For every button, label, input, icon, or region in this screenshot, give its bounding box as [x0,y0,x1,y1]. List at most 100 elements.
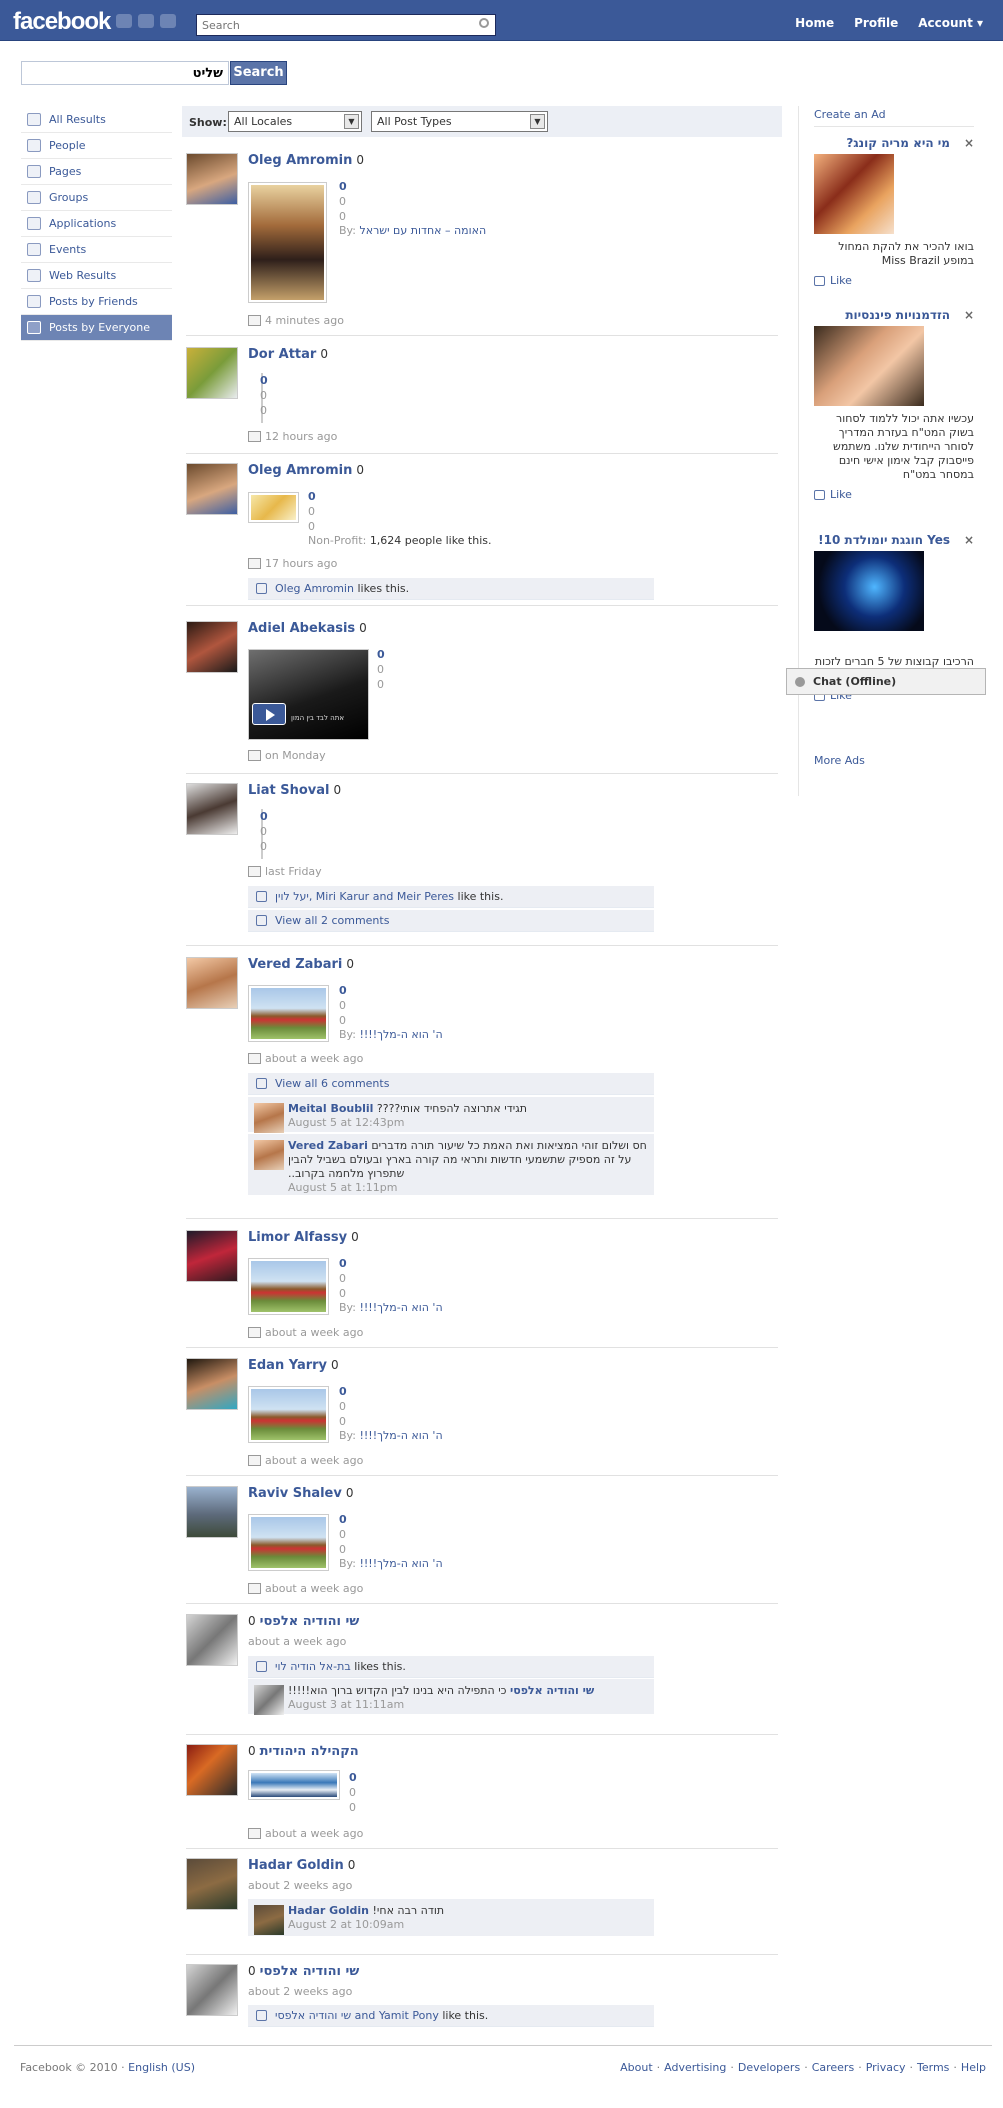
avatar[interactable] [254,1103,284,1133]
ad-image[interactable] [814,551,924,631]
story-author[interactable]: Hadar Goldin 0 [248,1858,355,1873]
footer-help[interactable]: Help [961,2061,986,2074]
ad-title[interactable]: הזדמנויות פיננסיות [814,308,974,322]
ad-like-button[interactable]: Like [814,274,974,287]
chat-bar[interactable]: Chat (Offline) [786,668,986,695]
story-video[interactable]: אתה לבד בין המון [248,649,369,740]
create-ad-link[interactable]: Create an Ad [814,108,886,121]
story-author[interactable]: 0 שי והודיה אלפסי [248,1964,359,1979]
ad-title[interactable]: מי היא מריה קונג? [814,136,974,150]
post-type-select[interactable]: All Post Types ▼ [371,111,548,132]
ad-image[interactable] [814,154,894,234]
story-timestamp[interactable]: 12 hours ago [248,430,337,443]
story-timestamp[interactable]: about 2 weeks ago [248,1985,352,1998]
story-values: 000 [260,810,268,853]
story-timestamp[interactable]: about a week ago [248,1326,363,1339]
story-timestamp[interactable]: about a week ago [248,1052,363,1065]
avatar[interactable] [186,783,238,835]
footer-advertising[interactable]: Advertising [664,2061,726,2074]
friend-requests-icon[interactable] [116,14,132,28]
more-ads-link[interactable]: More Ads [814,754,865,767]
nav-groups[interactable]: Groups [21,185,172,211]
play-icon[interactable] [252,703,286,725]
story-timestamp[interactable]: on Monday [248,749,326,762]
avatar[interactable] [186,463,238,515]
ad-image[interactable] [814,326,924,406]
close-icon[interactable]: × [964,308,974,322]
story-author[interactable]: Raviv Shalev 0 [248,1486,354,1501]
story-author[interactable]: Liat Shoval 0 [248,783,341,798]
language-link[interactable]: English (US) [128,2061,195,2074]
avatar[interactable] [186,1486,238,1538]
ad-like-button[interactable]: Like [814,488,974,501]
story-image[interactable] [248,1258,329,1315]
avatar[interactable] [254,1140,284,1170]
footer-developers[interactable]: Developers [738,2061,800,2074]
view-all-comments[interactable]: View all 6 comments [248,1073,654,1095]
search-icon[interactable] [479,18,489,28]
facebook-logo[interactable]: facebook [13,8,111,36]
footer-terms[interactable]: Terms [917,2061,949,2074]
story-author[interactable]: Limor Alfassy 0 [248,1230,359,1245]
close-icon[interactable]: × [964,136,974,150]
story-author[interactable]: Adiel Abekasis 0 [248,621,367,636]
avatar[interactable] [186,957,238,1009]
story-image[interactable] [248,1770,340,1800]
query-input[interactable] [21,61,229,85]
avatar[interactable] [254,1905,284,1935]
footer-privacy[interactable]: Privacy [866,2061,906,2074]
story-timestamp[interactable]: about a week ago [248,1582,363,1595]
story-author[interactable]: Oleg Amromin 0 [248,153,364,168]
story-author[interactable]: Oleg Amromin 0 [248,463,364,478]
story-author[interactable]: Vered Zabari 0 [248,957,354,972]
nav-posts-by-friends[interactable]: Posts by Friends [21,289,172,315]
story-timestamp[interactable]: 4 minutes ago [248,314,344,327]
avatar[interactable] [186,1614,238,1666]
story-image[interactable] [248,182,327,303]
story-image[interactable] [248,1514,329,1571]
story-author[interactable]: 0 שי והודיה אלפסי [248,1614,359,1629]
query-search-button[interactable]: Search [230,61,287,85]
story-timestamp[interactable]: 17 hours ago [248,557,337,570]
footer-careers[interactable]: Careers [812,2061,855,2074]
view-all-comments[interactable]: View all 2 comments [248,910,654,932]
messages-icon[interactable] [138,14,154,28]
notifications-icon[interactable] [160,14,176,28]
avatar[interactable] [186,347,238,399]
footer-about[interactable]: About [620,2061,653,2074]
nav-applications[interactable]: Applications [21,211,172,237]
avatar[interactable] [186,621,238,673]
story-author[interactable]: Dor Attar 0 [248,347,328,362]
story-timestamp[interactable]: about a week ago [248,1635,346,1648]
story-timestamp[interactable]: about a week ago [248,1827,363,1840]
avatar[interactable] [186,1358,238,1410]
top-search-input[interactable] [197,15,467,35]
avatar[interactable] [186,1964,238,2016]
avatar[interactable] [186,1858,238,1910]
nav-account[interactable]: Account ▾ [908,10,993,36]
filter-bar: Show: All Locales ▼ All Post Types ▼ [182,106,782,137]
story-author[interactable]: 0 הקהילה היהודית [248,1744,359,1759]
story-timestamp[interactable]: last Friday [248,865,322,878]
nav-all-results[interactable]: All Results [21,107,172,133]
nav-events[interactable]: Events [21,237,172,263]
nav-home[interactable]: Home [785,10,844,36]
ad-title[interactable]: Yes חוגגת יומולדת 10! [814,533,974,547]
avatar[interactable] [186,1230,238,1282]
story-image[interactable] [248,492,299,523]
story-timestamp[interactable]: about a week ago [248,1454,363,1467]
nav-people[interactable]: People [21,133,172,159]
avatar[interactable] [186,1744,238,1796]
nav-posts-by-everyone[interactable]: Posts by Everyone [21,315,172,341]
story-image[interactable] [248,985,329,1042]
close-icon[interactable]: × [964,533,974,547]
story-author[interactable]: Edan Yarry 0 [248,1358,339,1373]
nav-profile[interactable]: Profile [844,10,908,36]
nav-web-results[interactable]: Web Results [21,263,172,289]
avatar[interactable] [186,153,238,205]
story-timestamp[interactable]: about 2 weeks ago [248,1879,352,1892]
locale-select[interactable]: All Locales ▼ [228,111,362,132]
story-image[interactable] [248,1386,329,1443]
nav-pages[interactable]: Pages [21,159,172,185]
avatar[interactable] [254,1685,284,1715]
